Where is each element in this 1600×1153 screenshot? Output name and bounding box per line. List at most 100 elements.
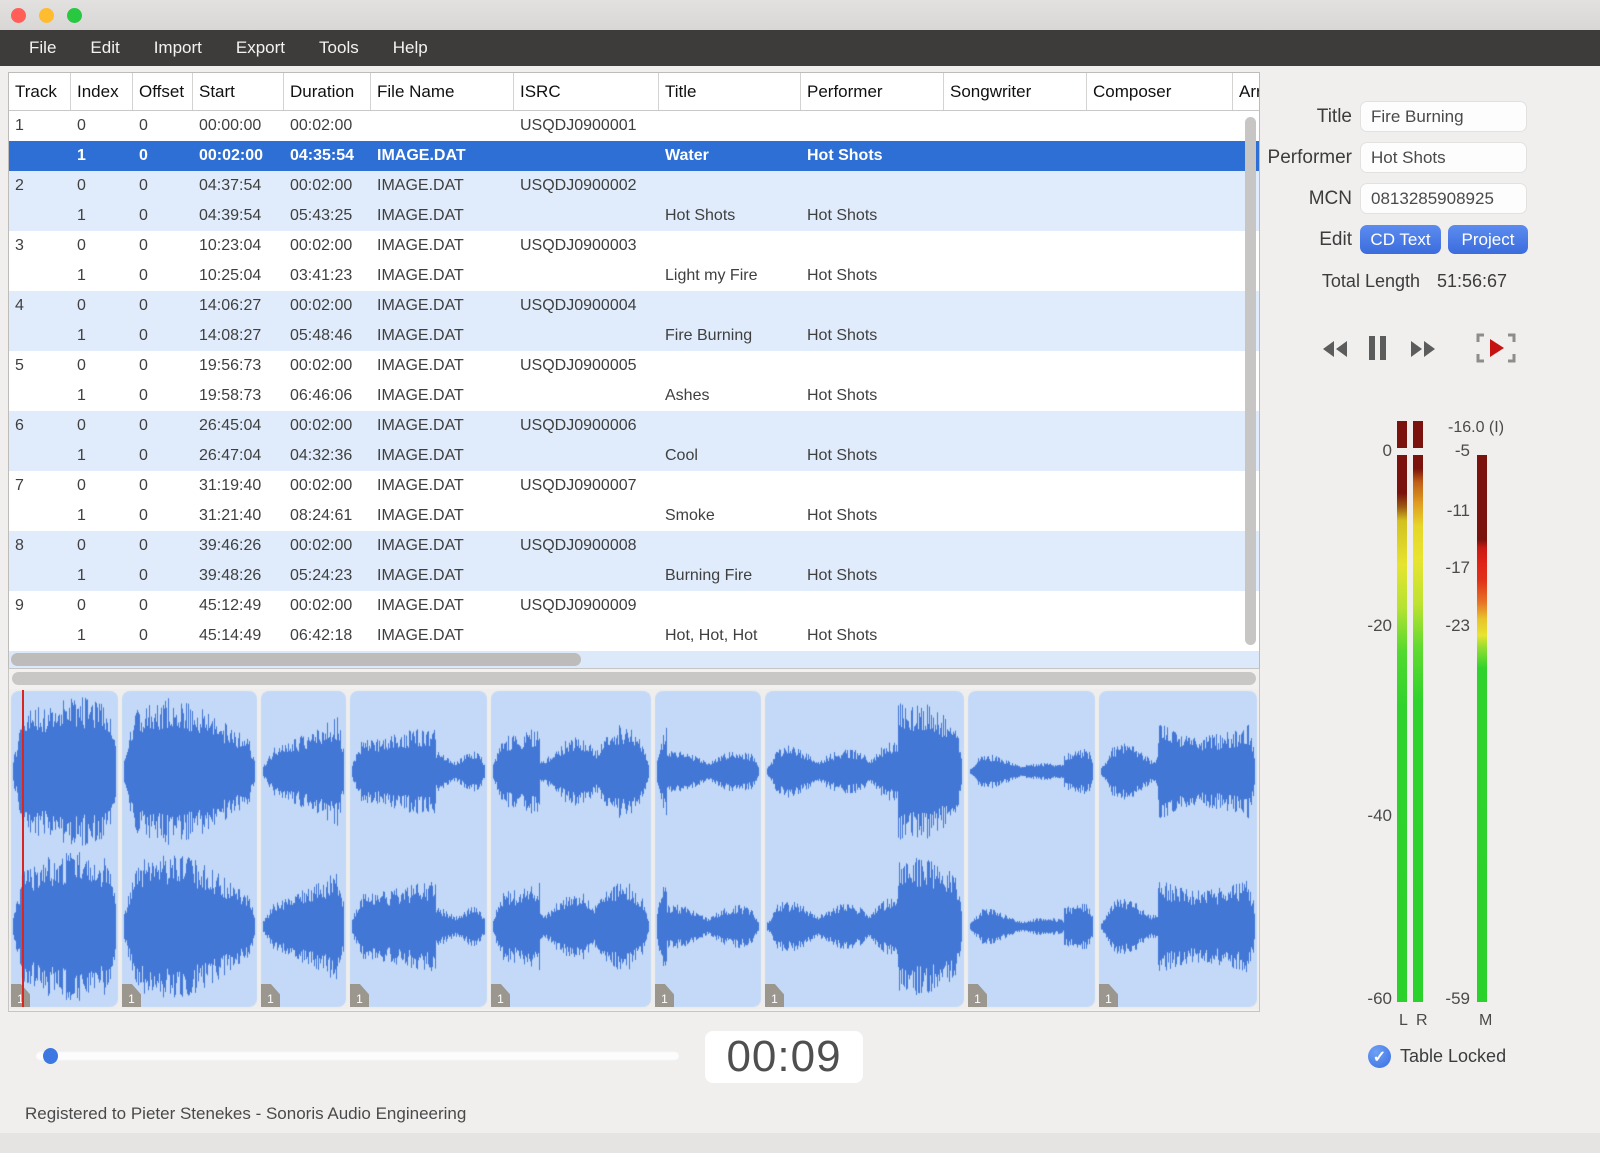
menu-item-edit[interactable]: Edit	[73, 30, 136, 66]
table-row[interactable]: 1026:47:0404:32:36IMAGE.DATCoolHot Shots	[9, 441, 1259, 471]
column-header-start[interactable]: Start	[193, 73, 284, 110]
title-input[interactable]	[1360, 101, 1527, 132]
table-cell: USQDJ0900008	[514, 531, 659, 561]
table-row[interactable]: 20004:37:5400:02:00IMAGE.DATUSQDJ0900002	[9, 171, 1259, 201]
table-cell: IMAGE.DAT	[371, 441, 514, 471]
track-table: TrackIndexOffsetStartDurationFile NameIS…	[8, 72, 1260, 668]
table-cell: 0	[133, 351, 193, 381]
meter-scale-label: -60	[1346, 989, 1392, 1009]
table-cell: 1	[71, 261, 133, 291]
column-header-title[interactable]: Title	[659, 73, 801, 110]
table-row[interactable]: 80039:46:2600:02:00IMAGE.DATUSQDJ0900008	[9, 531, 1259, 561]
close-window-button[interactable]	[11, 8, 26, 23]
table-cell: 14:08:27	[193, 321, 284, 351]
column-header-index[interactable]: Index	[71, 73, 133, 110]
table-cell: 3	[9, 231, 71, 261]
table-row[interactable]: 90045:12:4900:02:00IMAGE.DATUSQDJ0900009	[9, 591, 1259, 621]
table-cell: 1	[9, 111, 71, 141]
table-row[interactable]: 40014:06:2700:02:00IMAGE.DATUSQDJ0900004	[9, 291, 1259, 321]
column-header-performer[interactable]: Performer	[801, 73, 944, 110]
table-cell: 0	[133, 591, 193, 621]
table-row[interactable]: 1004:39:5405:43:25IMAGE.DATHot ShotsHot …	[9, 201, 1259, 231]
table-cell	[801, 591, 944, 621]
table-row[interactable]: 1039:48:2605:24:23IMAGE.DATBurning FireH…	[9, 561, 1259, 591]
fast-forward-button[interactable]	[1406, 331, 1442, 367]
table-cell: 0	[133, 141, 193, 171]
waveform-scrollbar[interactable]	[12, 672, 1256, 685]
table-row[interactable]: 10000:00:0000:02:00USQDJ0900001	[9, 111, 1259, 141]
table-cell: IMAGE.DAT	[371, 231, 514, 261]
menu-item-help[interactable]: Help	[376, 30, 445, 66]
table-cell	[1087, 501, 1233, 531]
table-row[interactable]: 1010:25:0403:41:23IMAGE.DATLight my Fire…	[9, 261, 1259, 291]
column-header-isrc[interactable]: ISRC	[514, 73, 659, 110]
table-cell	[659, 351, 801, 381]
edit-project-button[interactable]: Project	[1448, 225, 1528, 254]
minimize-window-button[interactable]	[39, 8, 54, 23]
column-header-duration[interactable]: Duration	[284, 73, 371, 110]
menu-item-file[interactable]: File	[12, 30, 73, 66]
menu-item-tools[interactable]: Tools	[302, 30, 376, 66]
column-header-track[interactable]: Track	[9, 73, 71, 110]
table-cell: IMAGE.DAT	[371, 531, 514, 561]
table-cell: USQDJ0900006	[514, 411, 659, 441]
table-row[interactable]: 1045:14:4906:42:18IMAGE.DATHot, Hot, Hot…	[9, 621, 1259, 651]
table-cell	[944, 471, 1087, 501]
seek-slider-track[interactable]	[35, 1051, 680, 1061]
performer-input[interactable]	[1360, 142, 1527, 173]
waveform-display[interactable]	[9, 689, 1259, 1009]
table-cell	[1087, 561, 1233, 591]
table-row[interactable]: 50019:56:7300:02:00IMAGE.DATUSQDJ0900005	[9, 351, 1259, 381]
table-cell	[9, 141, 71, 171]
table-cell	[944, 291, 1087, 321]
table-horizontal-scrollbar[interactable]	[11, 653, 581, 666]
menu-item-export[interactable]: Export	[219, 30, 302, 66]
edit-cd-text-button[interactable]: CD Text	[1360, 225, 1441, 254]
table-cell: 0	[133, 381, 193, 411]
table-cell: 03:41:23	[284, 261, 371, 291]
rewind-icon	[1316, 331, 1352, 367]
table-cell	[9, 381, 71, 411]
table-cell	[944, 381, 1087, 411]
meter-channel-label: M	[1479, 1012, 1492, 1030]
table-cell: Hot Shots	[801, 561, 944, 591]
table-row[interactable]: 1000:02:0004:35:54IMAGE.DATWaterHot Shot…	[9, 141, 1259, 171]
table-cell	[514, 501, 659, 531]
maximize-window-button[interactable]	[67, 8, 82, 23]
menu-item-import[interactable]: Import	[137, 30, 219, 66]
column-header-songwriter[interactable]: Songwriter	[944, 73, 1087, 110]
table-cell: 0	[133, 321, 193, 351]
table-cell	[9, 561, 71, 591]
table-cell: IMAGE.DAT	[371, 621, 514, 651]
table-cell: IMAGE.DAT	[371, 561, 514, 591]
table-row[interactable]: 1031:21:4008:24:61IMAGE.DATSmokeHot Shot…	[9, 501, 1259, 531]
column-header-composer[interactable]: Composer	[1087, 73, 1233, 110]
playhead-cursor[interactable]	[22, 690, 24, 1007]
column-header-file-name[interactable]: File Name	[371, 73, 514, 110]
table-cell	[9, 501, 71, 531]
table-cell: 1	[71, 561, 133, 591]
table-cell	[801, 291, 944, 321]
clip-indicator-right[interactable]	[1413, 421, 1423, 448]
table-row[interactable]: 70031:19:4000:02:00IMAGE.DATUSQDJ0900007	[9, 471, 1259, 501]
table-row[interactable]: 1019:58:7306:46:06IMAGE.DATAshesHot Shot…	[9, 381, 1259, 411]
column-header-offset[interactable]: Offset	[133, 73, 193, 110]
table-cell: 04:32:36	[284, 441, 371, 471]
table-cell: 0	[133, 621, 193, 651]
table-cell: 39:46:26	[193, 531, 284, 561]
play-selection-button[interactable]	[1474, 328, 1518, 364]
mcn-input[interactable]	[1360, 183, 1527, 214]
table-row[interactable]: 60026:45:0400:02:00IMAGE.DATUSQDJ0900006	[9, 411, 1259, 441]
table-cell: Hot Shots	[801, 441, 944, 471]
table-cell: 00:02:00	[284, 111, 371, 141]
table-locked-checkbox[interactable]: ✓ Table Locked	[1368, 1045, 1506, 1068]
table-cell: 05:24:23	[284, 561, 371, 591]
rewind-button[interactable]	[1316, 331, 1352, 367]
table-cell	[944, 411, 1087, 441]
table-row[interactable]: 30010:23:0400:02:00IMAGE.DATUSQDJ0900003	[9, 231, 1259, 261]
pause-button[interactable]	[1360, 329, 1396, 365]
clip-indicator-left[interactable]	[1397, 421, 1407, 448]
seek-slider-thumb[interactable]	[43, 1048, 58, 1064]
column-header-arr[interactable]: Arr	[1233, 73, 1259, 110]
table-row[interactable]: 1014:08:2705:48:46IMAGE.DATFire BurningH…	[9, 321, 1259, 351]
